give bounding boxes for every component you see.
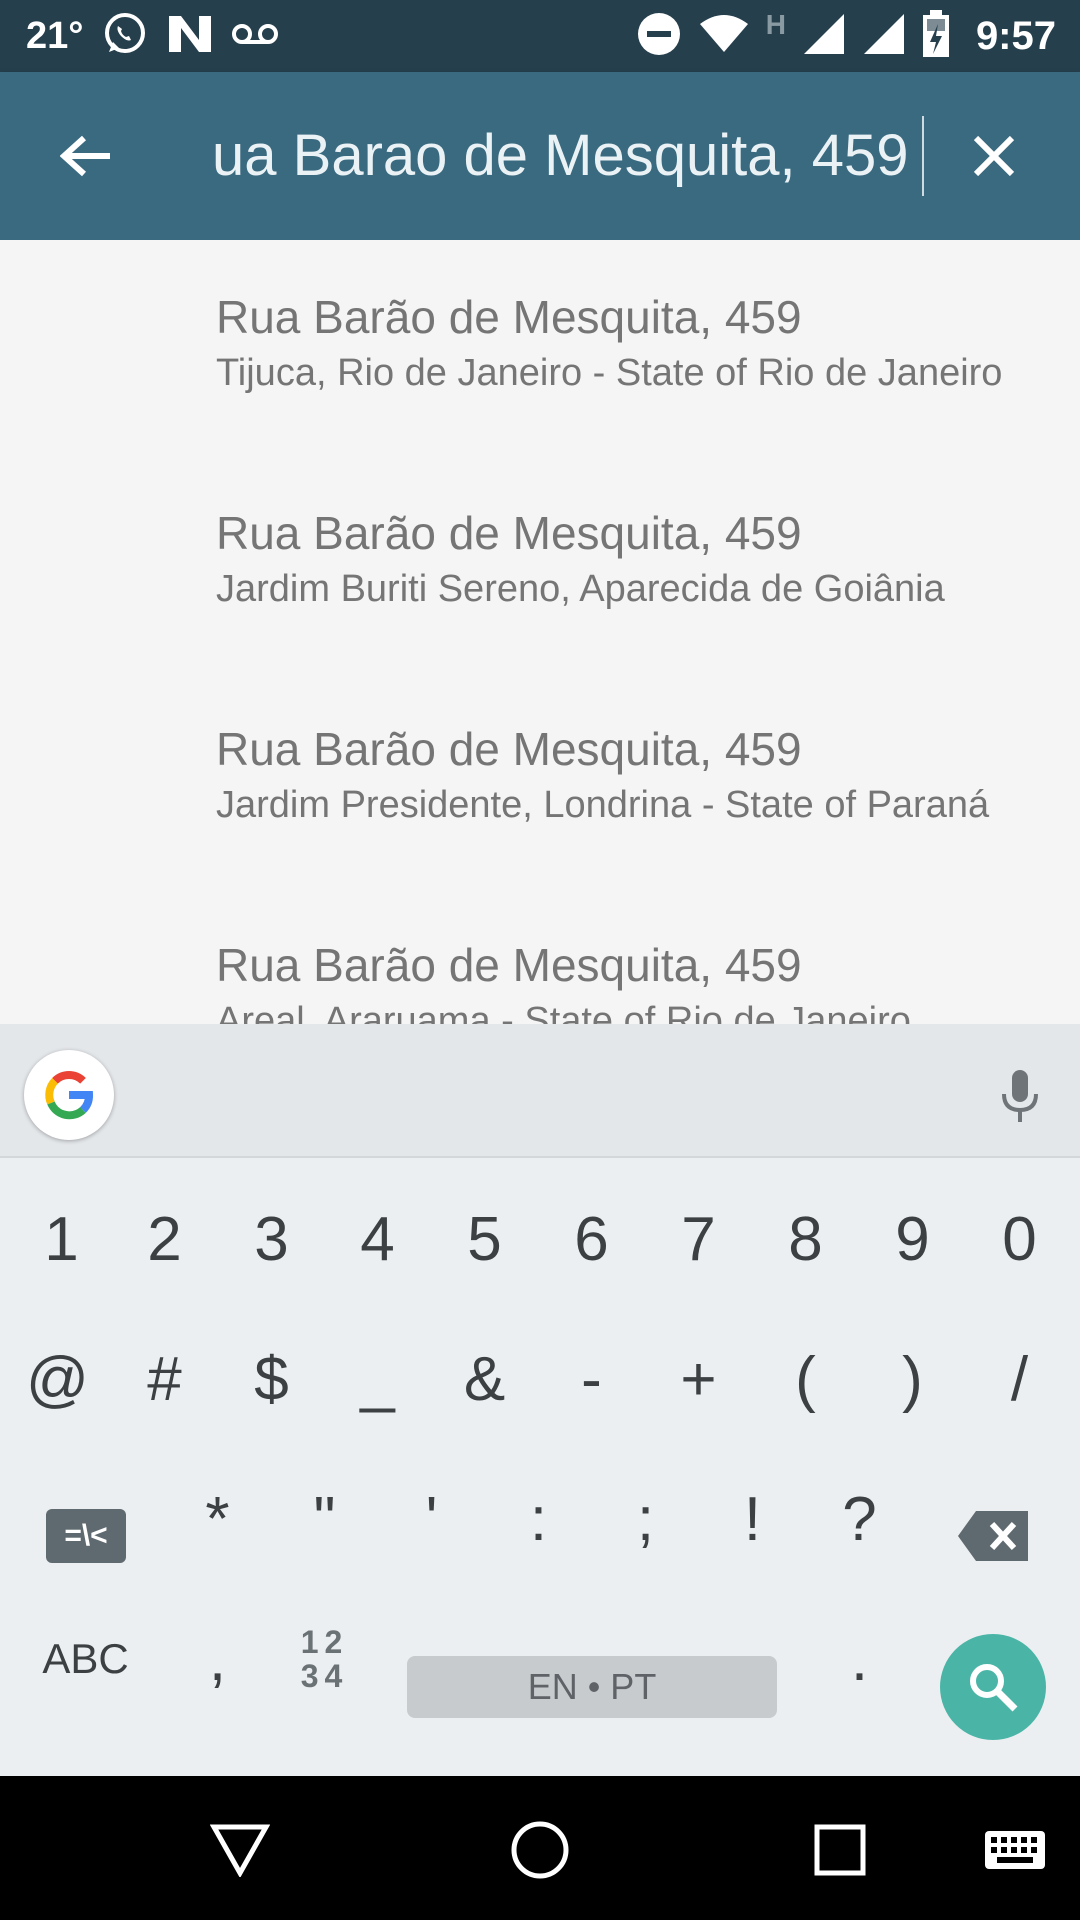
circle-home-icon xyxy=(511,1821,569,1879)
battery-icon xyxy=(922,9,950,63)
key-9[interactable]: 9 xyxy=(859,1184,966,1294)
key-underscore[interactable]: _ xyxy=(324,1324,431,1434)
delete-key[interactable] xyxy=(956,1509,1030,1563)
wifi-icon xyxy=(698,14,750,59)
result-subtitle: Jardim Presidente, Londrina - State of P… xyxy=(216,784,990,826)
list-item[interactable]: Rua Barão de Mesquita, 459 Areal, Ararua… xyxy=(0,888,1080,1024)
list-item[interactable]: Rua Barão de Mesquita, 459 Jardim Buriti… xyxy=(0,456,1080,672)
key-at[interactable]: @ xyxy=(4,1324,111,1434)
whatsapp-icon xyxy=(101,10,149,63)
key-question[interactable]: ? xyxy=(806,1464,913,1574)
arrow-back-icon xyxy=(60,135,110,177)
search-input[interactable]: ua Barao de Mesquita, 459 xyxy=(212,120,932,192)
microphone-icon xyxy=(1002,1070,1038,1122)
results-list: Rua Barão de Mesquita, 459 Tijuca, Rio d… xyxy=(0,240,1080,1024)
key-minus[interactable]: - xyxy=(538,1324,645,1434)
google-button[interactable] xyxy=(24,1050,114,1140)
alt-symbols-key[interactable]: =\< xyxy=(46,1509,126,1563)
search-icon xyxy=(970,1664,1018,1712)
backspace-icon xyxy=(958,1511,1028,1561)
search-app-bar: ua Barao de Mesquita, 459 xyxy=(0,72,1080,240)
network-type: H xyxy=(765,9,786,40)
result-title: Rua Barão de Mesquita, 459 xyxy=(216,291,802,343)
voicemail-icon xyxy=(231,19,279,54)
close-icon xyxy=(973,135,1015,177)
key-open-paren[interactable]: ( xyxy=(752,1324,859,1434)
result-title: Rua Barão de Mesquita, 459 xyxy=(216,939,802,991)
key-8[interactable]: 8 xyxy=(752,1184,859,1294)
key-1[interactable]: 1 xyxy=(8,1184,115,1294)
key-5[interactable]: 5 xyxy=(431,1184,538,1294)
signal-icon xyxy=(802,12,846,61)
key-close-paren[interactable]: ) xyxy=(859,1324,966,1434)
keyboard-switch-button[interactable] xyxy=(980,1812,1050,1888)
key-ampersand[interactable]: & xyxy=(431,1324,538,1434)
keyboard: 1 2 3 4 5 6 7 8 9 0 @ # $ _ & - + ( ) / … xyxy=(0,1024,1080,1776)
key-3[interactable]: 3 xyxy=(218,1184,325,1294)
result-title: Rua Barão de Mesquita, 459 xyxy=(216,723,802,775)
key-comma[interactable]: , xyxy=(164,1604,271,1714)
home-nav-button[interactable] xyxy=(502,1812,578,1888)
abc-key[interactable]: ABC xyxy=(32,1604,139,1714)
search-action-key[interactable] xyxy=(940,1634,1046,1740)
key-6[interactable]: 6 xyxy=(538,1184,645,1294)
signal-icon-2 xyxy=(862,12,906,61)
numpad-key-top: 12 xyxy=(300,1624,349,1660)
key-0[interactable]: 0 xyxy=(966,1184,1073,1294)
numpad-key-bottom: 34 xyxy=(300,1658,349,1694)
key-double-quote[interactable]: " xyxy=(271,1464,378,1574)
key-single-quote[interactable]: ' xyxy=(378,1464,485,1574)
result-subtitle: Tijuca, Rio de Janeiro - State of Rio de… xyxy=(216,352,1003,394)
result-subtitle: Areal, Araruama - State of Rio de Janeir… xyxy=(216,1000,911,1024)
key-hash[interactable]: # xyxy=(111,1324,218,1434)
key-2[interactable]: 2 xyxy=(111,1184,218,1294)
clear-button[interactable] xyxy=(956,118,1032,194)
google-icon xyxy=(45,1071,93,1120)
back-button[interactable] xyxy=(48,118,124,194)
temperature: 21° xyxy=(26,14,84,57)
text-cursor xyxy=(922,116,924,196)
keyboard-icon xyxy=(985,1831,1045,1869)
list-item[interactable]: Rua Barão de Mesquita, 459 Jardim Presid… xyxy=(0,672,1080,888)
square-recents-icon xyxy=(814,1824,866,1876)
do-not-disturb-icon xyxy=(636,11,682,62)
recents-nav-button[interactable] xyxy=(802,1812,878,1888)
key-asterisk[interactable]: * xyxy=(164,1464,271,1574)
triangle-back-icon xyxy=(210,1824,270,1877)
key-period[interactable]: . xyxy=(806,1604,913,1714)
navigation-bar xyxy=(0,1776,1080,1920)
result-subtitle: Jardim Buriti Sereno, Aparecida de Goiân… xyxy=(216,568,945,610)
key-exclamation[interactable]: ! xyxy=(699,1464,806,1574)
keyboard-suggestion-bar xyxy=(0,1024,1080,1158)
space-bar[interactable]: EN • PT xyxy=(407,1656,777,1718)
key-7[interactable]: 7 xyxy=(645,1184,752,1294)
numpad-key[interactable]: 12 34 xyxy=(271,1604,378,1714)
key-semicolon[interactable]: ; xyxy=(592,1464,699,1574)
clock: 9:57 xyxy=(975,13,1056,58)
n-app-icon xyxy=(167,12,213,61)
key-dollar[interactable]: $ xyxy=(218,1324,325,1434)
back-nav-button[interactable] xyxy=(202,1812,278,1888)
key-4[interactable]: 4 xyxy=(324,1184,431,1294)
search-input-value: ua Barao de Mesquita, 459 xyxy=(212,123,909,188)
key-slash[interactable]: / xyxy=(966,1324,1073,1434)
status-bar: 21° H 9:57 xyxy=(0,0,1080,72)
result-title: Rua Barão de Mesquita, 459 xyxy=(216,507,802,559)
key-colon[interactable]: : xyxy=(485,1464,592,1574)
list-item[interactable]: Rua Barão de Mesquita, 459 Tijuca, Rio d… xyxy=(0,240,1080,456)
voice-input-button[interactable] xyxy=(990,1066,1050,1126)
key-plus[interactable]: + xyxy=(645,1324,752,1434)
